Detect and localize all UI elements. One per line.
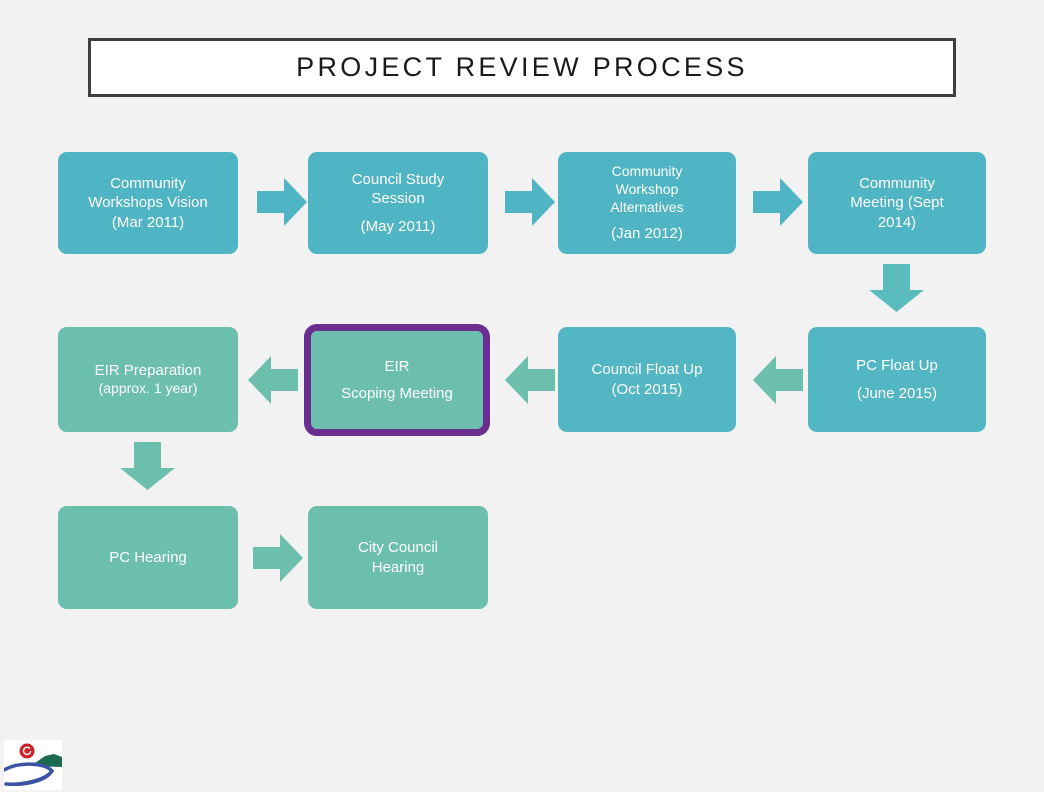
box-line: (approx. 1 year) — [98, 380, 198, 397]
arrow-row1-4-to-row2-4 — [869, 264, 924, 312]
box-line: Community — [611, 163, 683, 180]
arrow-row2-2-to-1 — [248, 356, 298, 404]
process-box-eir-scoping-meeting[interactable]: EIR Scoping Meeting — [304, 324, 490, 436]
process-box-city-council-hearing[interactable]: City Council Hearing — [308, 506, 488, 609]
arrow-row2-3-to-2 — [505, 356, 555, 404]
box-line: 2014) — [877, 213, 917, 231]
process-box-community-workshops-vision[interactable]: Community Workshops Vision (Mar 2011) — [58, 152, 238, 254]
arrow-row2-1-to-row3-1 — [120, 442, 175, 490]
box-line: EIR Preparation — [94, 362, 202, 380]
box-line: Workshops Vision — [88, 194, 208, 212]
box-line: Community — [859, 175, 935, 193]
box-line: Council Study — [351, 170, 445, 188]
box-line: (Jan 2012) — [611, 224, 683, 242]
box-line: (May 2011) — [360, 218, 436, 236]
slide-canvas: PROJECT REVIEW PROCESS Community Worksho… — [0, 0, 1044, 792]
box-line: Alternatives — [610, 198, 684, 215]
process-box-community-workshop-alternatives[interactable]: Community Workshop Alternatives (Jan 201… — [558, 152, 736, 254]
process-box-council-study-session[interactable]: Council Study Session (May 2011) — [308, 152, 488, 254]
box-line: EIR — [384, 358, 410, 376]
box-line: Community — [110, 175, 186, 193]
process-box-community-meeting[interactable]: Community Meeting (Sept 2014) — [808, 152, 986, 254]
arrow-row1-2-to-3 — [505, 178, 555, 226]
arrow-row2-4-to-3 — [753, 356, 803, 404]
box-line: Council Float Up — [591, 361, 703, 379]
arrow-row1-1-to-2 — [257, 178, 307, 226]
arrow-row3-1-to-2 — [253, 534, 303, 582]
page-title: PROJECT REVIEW PROCESS — [296, 52, 748, 82]
box-line: Scoping Meeting — [341, 384, 453, 402]
process-box-pc-float-up[interactable]: PC Float Up (June 2015) — [808, 327, 986, 432]
box-line: Workshop — [615, 181, 679, 198]
box-line: (Oct 2015) — [611, 380, 683, 398]
box-line: PC Hearing — [109, 548, 187, 566]
title-box: PROJECT REVIEW PROCESS — [88, 38, 956, 97]
box-line: Hearing — [371, 558, 425, 576]
process-box-council-float-up[interactable]: Council Float Up (Oct 2015) — [558, 327, 736, 432]
box-line: PC Float Up — [856, 357, 938, 375]
process-box-eir-preparation[interactable]: EIR Preparation (approx. 1 year) — [58, 327, 238, 432]
arrow-row1-3-to-4 — [753, 178, 803, 226]
box-line: (June 2015) — [856, 384, 938, 402]
box-line: (Mar 2011) — [111, 213, 185, 231]
process-box-pc-hearing[interactable]: PC Hearing — [58, 506, 238, 609]
box-line: Session — [371, 189, 425, 207]
box-line: City Council — [357, 539, 439, 557]
box-line: Meeting (Sept — [850, 194, 944, 212]
city-logo — [4, 740, 62, 790]
